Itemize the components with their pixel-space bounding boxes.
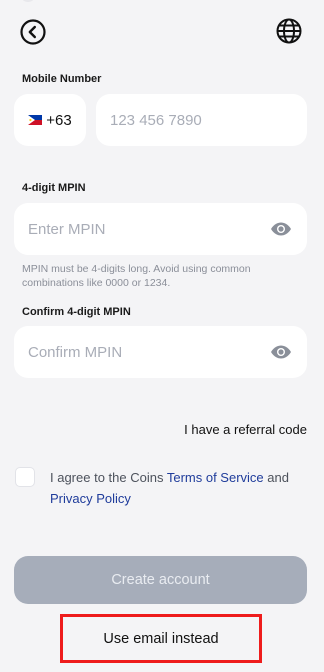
confirm-mpin-input[interactable] (28, 343, 269, 361)
terms-middle: and (263, 470, 289, 485)
globe-icon (276, 18, 302, 44)
mpin-input[interactable] (28, 220, 269, 238)
chevron-left-circle-icon (20, 19, 46, 45)
mobile-number-input[interactable] (110, 111, 307, 129)
country-code-selector[interactable]: +63 (14, 94, 86, 146)
eye-icon (271, 222, 291, 236)
confirm-mpin-label: Confirm 4-digit MPIN (22, 306, 131, 318)
terms-of-service-link[interactable]: Terms of Service (167, 470, 264, 485)
mobile-number-label: Mobile Number (22, 73, 102, 85)
create-account-button[interactable]: Create account (14, 556, 307, 604)
show-mpin-toggle[interactable] (269, 217, 293, 241)
mobile-number-field[interactable] (96, 94, 307, 146)
use-email-instead-button[interactable]: Use email instead (60, 614, 262, 663)
terms-checkbox[interactable] (15, 467, 35, 487)
philippines-flag-icon (28, 115, 43, 125)
referral-code-link[interactable]: I have a referral code (184, 422, 307, 437)
country-code: +63 (46, 111, 72, 129)
mpin-label: 4-digit MPIN (22, 182, 86, 194)
confirm-mpin-field[interactable] (14, 326, 307, 378)
back-button[interactable] (19, 18, 47, 46)
eye-icon (271, 345, 291, 359)
language-button[interactable] (274, 16, 304, 46)
show-confirm-mpin-toggle[interactable] (269, 340, 293, 364)
mpin-field[interactable] (14, 203, 307, 255)
terms-prefix: I agree to the Coins (50, 470, 167, 485)
top-edge-element (20, 0, 36, 2)
terms-agreement: I agree to the Coins Terms of Service an… (50, 467, 300, 509)
mpin-hint: MPIN must be 4-digits long. Avoid using … (22, 263, 251, 289)
privacy-policy-link[interactable]: Privacy Policy (50, 491, 131, 506)
